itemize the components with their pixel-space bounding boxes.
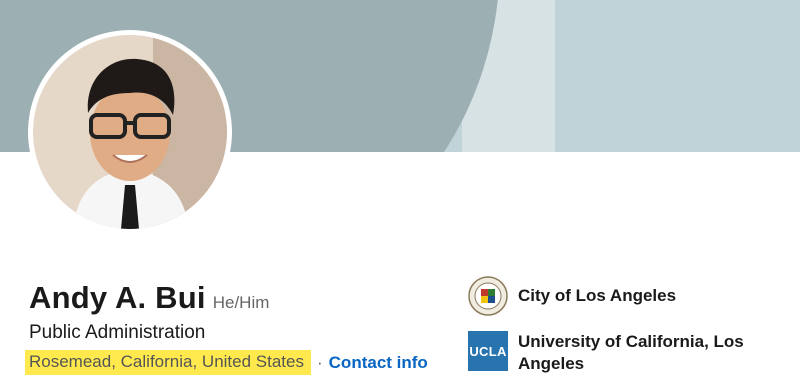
avatar-photo — [33, 35, 227, 229]
experience-org-name: City of Los Angeles — [518, 286, 677, 305]
profile-avatar[interactable] — [28, 30, 232, 234]
separator-dot: · — [316, 352, 323, 372]
name-row: Andy A. Bui He/Him — [29, 280, 269, 316]
location-row: Rosemead, California, United States · Co… — [25, 350, 428, 375]
profile-pronouns: He/Him — [212, 293, 270, 312]
experience-org[interactable]: City of Los Angeles — [468, 276, 676, 316]
education-org-name: University of California, Los Angeles — [518, 332, 744, 373]
contact-info-link[interactable]: Contact info — [329, 353, 428, 373]
ucla-logo-icon: UCLA — [468, 331, 508, 371]
education-org[interactable]: UCLA University of California, Los Angel… — [468, 331, 758, 375]
city-seal-icon — [468, 276, 508, 316]
profile-location: Rosemead, California, United States — [25, 350, 311, 375]
profile-headline: Public Administration — [29, 322, 206, 343]
profile-name: Andy A. Bui — [29, 280, 206, 315]
